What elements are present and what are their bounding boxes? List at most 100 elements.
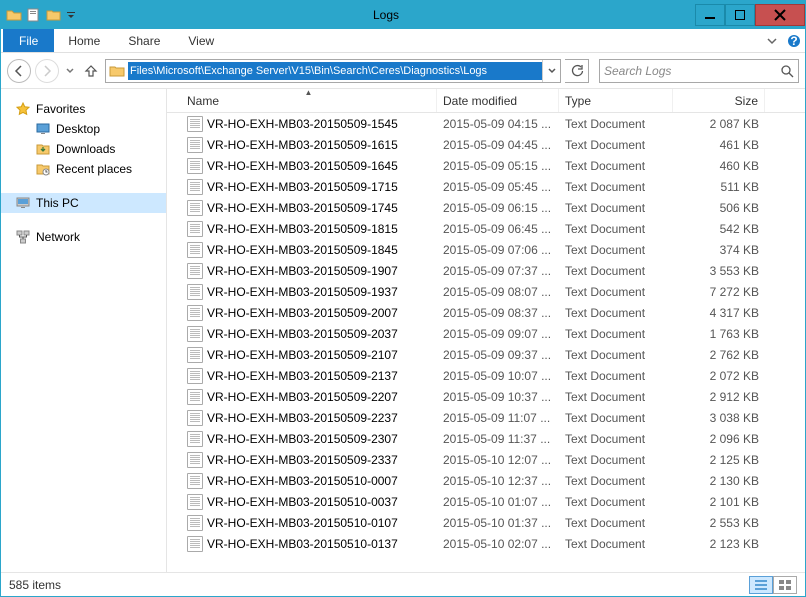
file-name: VR-HO-EXH-MB03-20150509-2037 bbox=[207, 327, 398, 341]
up-button[interactable] bbox=[81, 61, 101, 81]
file-date: 2015-05-10 01:07 ... bbox=[437, 495, 559, 509]
file-row[interactable]: VR-HO-EXH-MB03-20150510-01072015-05-10 0… bbox=[181, 512, 805, 533]
file-name: VR-HO-EXH-MB03-20150509-2237 bbox=[207, 411, 398, 425]
file-type: Text Document bbox=[559, 264, 673, 278]
help-icon[interactable]: ? bbox=[783, 29, 805, 52]
file-name: VR-HO-EXH-MB03-20150509-2107 bbox=[207, 348, 398, 362]
close-button[interactable] bbox=[755, 4, 805, 26]
file-row[interactable]: VR-HO-EXH-MB03-20150509-17452015-05-09 0… bbox=[181, 197, 805, 218]
file-size: 2 087 KB bbox=[673, 117, 765, 131]
file-row[interactable]: VR-HO-EXH-MB03-20150509-19372015-05-09 0… bbox=[181, 281, 805, 302]
file-date: 2015-05-09 09:07 ... bbox=[437, 327, 559, 341]
file-type: Text Document bbox=[559, 138, 673, 152]
details-view-button[interactable] bbox=[749, 576, 773, 594]
file-row[interactable]: VR-HO-EXH-MB03-20150509-19072015-05-09 0… bbox=[181, 260, 805, 281]
file-name: VR-HO-EXH-MB03-20150510-0007 bbox=[207, 474, 398, 488]
file-size: 542 KB bbox=[673, 222, 765, 236]
file-date: 2015-05-09 10:37 ... bbox=[437, 390, 559, 404]
sidebar-item-desktop[interactable]: Desktop bbox=[1, 119, 166, 139]
maximize-button[interactable] bbox=[725, 4, 755, 26]
qat-dropdown-icon[interactable] bbox=[65, 6, 77, 24]
titlebar: Logs bbox=[1, 1, 805, 29]
file-rows: VR-HO-EXH-MB03-20150509-15452015-05-09 0… bbox=[167, 113, 805, 572]
address-path[interactable]: Files\Microsoft\Exchange Server\V15\Bin\… bbox=[128, 62, 542, 80]
column-header-type[interactable]: Type bbox=[559, 89, 673, 112]
column-header-date[interactable]: Date modified bbox=[437, 89, 559, 112]
sidebar-item-downloads[interactable]: Downloads bbox=[1, 139, 166, 159]
back-button[interactable] bbox=[7, 59, 31, 83]
text-file-icon bbox=[187, 137, 203, 153]
file-type: Text Document bbox=[559, 348, 673, 362]
text-file-icon bbox=[187, 284, 203, 300]
file-size: 2 125 KB bbox=[673, 453, 765, 467]
file-type: Text Document bbox=[559, 453, 673, 467]
file-name: VR-HO-EXH-MB03-20150509-1645 bbox=[207, 159, 398, 173]
address-dropdown-icon[interactable] bbox=[542, 60, 560, 82]
file-tab[interactable]: File bbox=[3, 29, 54, 52]
text-file-icon bbox=[187, 242, 203, 258]
file-row[interactable]: VR-HO-EXH-MB03-20150509-23072015-05-09 1… bbox=[181, 428, 805, 449]
minimize-button[interactable] bbox=[695, 4, 725, 26]
file-row[interactable]: VR-HO-EXH-MB03-20150509-21072015-05-09 0… bbox=[181, 344, 805, 365]
properties-icon[interactable] bbox=[25, 6, 43, 24]
file-row[interactable]: VR-HO-EXH-MB03-20150509-16152015-05-09 0… bbox=[181, 134, 805, 155]
file-row[interactable]: VR-HO-EXH-MB03-20150509-21372015-05-09 1… bbox=[181, 365, 805, 386]
thumbnails-view-button[interactable] bbox=[773, 576, 797, 594]
search-box[interactable]: Search Logs bbox=[599, 59, 799, 83]
open-icon[interactable] bbox=[45, 6, 63, 24]
tab-home[interactable]: Home bbox=[54, 29, 114, 52]
file-row[interactable]: VR-HO-EXH-MB03-20150509-2237 2015-05-09 1… bbox=[181, 407, 805, 428]
file-date: 2015-05-09 05:15 ... bbox=[437, 159, 559, 173]
tab-view[interactable]: View bbox=[174, 29, 228, 52]
status-bar: 585 items bbox=[1, 572, 805, 596]
sidebar-item-recent[interactable]: Recent places bbox=[1, 159, 166, 179]
ribbon-expand-icon[interactable] bbox=[761, 29, 783, 52]
window-title: Logs bbox=[77, 8, 695, 22]
file-row[interactable]: VR-HO-EXH-MB03-20150509-15452015-05-09 0… bbox=[181, 113, 805, 134]
text-file-icon bbox=[187, 179, 203, 195]
file-date: 2015-05-09 11:07 ... bbox=[437, 411, 559, 425]
file-name: VR-HO-EXH-MB03-20150509-2337 bbox=[207, 453, 398, 467]
sidebar-item-thispc[interactable]: This PC bbox=[1, 193, 166, 213]
column-header-name[interactable]: ▲ Name bbox=[181, 89, 437, 112]
column-header-size[interactable]: Size bbox=[673, 89, 765, 112]
history-dropdown-icon[interactable] bbox=[63, 67, 77, 75]
file-name: VR-HO-EXH-MB03-20150509-1937 bbox=[207, 285, 398, 299]
network-icon bbox=[15, 229, 31, 245]
tab-share[interactable]: Share bbox=[114, 29, 174, 52]
file-row[interactable]: VR-HO-EXH-MB03-20150509-17152015-05-09 0… bbox=[181, 176, 805, 197]
file-row[interactable]: VR-HO-EXH-MB03-20150510-00072015-05-10 1… bbox=[181, 470, 805, 491]
file-row[interactable]: VR-HO-EXH-MB03-20150509-2037 2015-05-09 0… bbox=[181, 323, 805, 344]
file-type: Text Document bbox=[559, 474, 673, 488]
file-row[interactable]: VR-HO-EXH-MB03-20150509-18152015-05-09 0… bbox=[181, 218, 805, 239]
navigation-bar: Files\Microsoft\Exchange Server\V15\Bin\… bbox=[1, 53, 805, 89]
favorites-label: Favorites bbox=[36, 102, 85, 116]
folder-icon bbox=[5, 6, 23, 24]
favorites-header[interactable]: Favorites bbox=[1, 99, 166, 119]
file-row[interactable]: VR-HO-EXH-MB03-20150509-1645 2015-05-09 0… bbox=[181, 155, 805, 176]
ribbon: File Home Share View ? bbox=[1, 29, 805, 53]
file-name: VR-HO-EXH-MB03-20150509-2007 bbox=[207, 306, 398, 320]
file-row[interactable]: VR-HO-EXH-MB03-20150509-18452015-05-09 0… bbox=[181, 239, 805, 260]
file-name: VR-HO-EXH-MB03-20150509-1745 bbox=[207, 201, 398, 215]
file-size: 2 553 KB bbox=[673, 516, 765, 530]
address-bar[interactable]: Files\Microsoft\Exchange Server\V15\Bin\… bbox=[105, 59, 561, 83]
sidebar-item-label: Recent places bbox=[56, 162, 132, 176]
file-type: Text Document bbox=[559, 516, 673, 530]
forward-button[interactable] bbox=[35, 59, 59, 83]
file-date: 2015-05-10 12:07 ... bbox=[437, 453, 559, 467]
file-name: VR-HO-EXH-MB03-20150509-1615 bbox=[207, 138, 398, 152]
file-row[interactable]: VR-HO-EXH-MB03-20150509-20072015-05-09 0… bbox=[181, 302, 805, 323]
file-row[interactable]: VR-HO-EXH-MB03-20150510-01372015-05-10 0… bbox=[181, 533, 805, 554]
file-row[interactable]: VR-HO-EXH-MB03-20150509-2337 2015-05-10 1… bbox=[181, 449, 805, 470]
file-row[interactable]: VR-HO-EXH-MB03-20150509-22072015-05-09 1… bbox=[181, 386, 805, 407]
sidebar-item-network[interactable]: Network bbox=[1, 227, 166, 247]
file-row[interactable]: VR-HO-EXH-MB03-20150510-00372015-05-10 0… bbox=[181, 491, 805, 512]
file-size: 2 123 KB bbox=[673, 537, 765, 551]
text-file-icon bbox=[187, 431, 203, 447]
text-file-icon bbox=[187, 347, 203, 363]
window-controls bbox=[695, 4, 805, 26]
sidebar-item-label: Desktop bbox=[56, 122, 100, 136]
file-size: 3 038 KB bbox=[673, 411, 765, 425]
refresh-button[interactable] bbox=[565, 59, 589, 83]
